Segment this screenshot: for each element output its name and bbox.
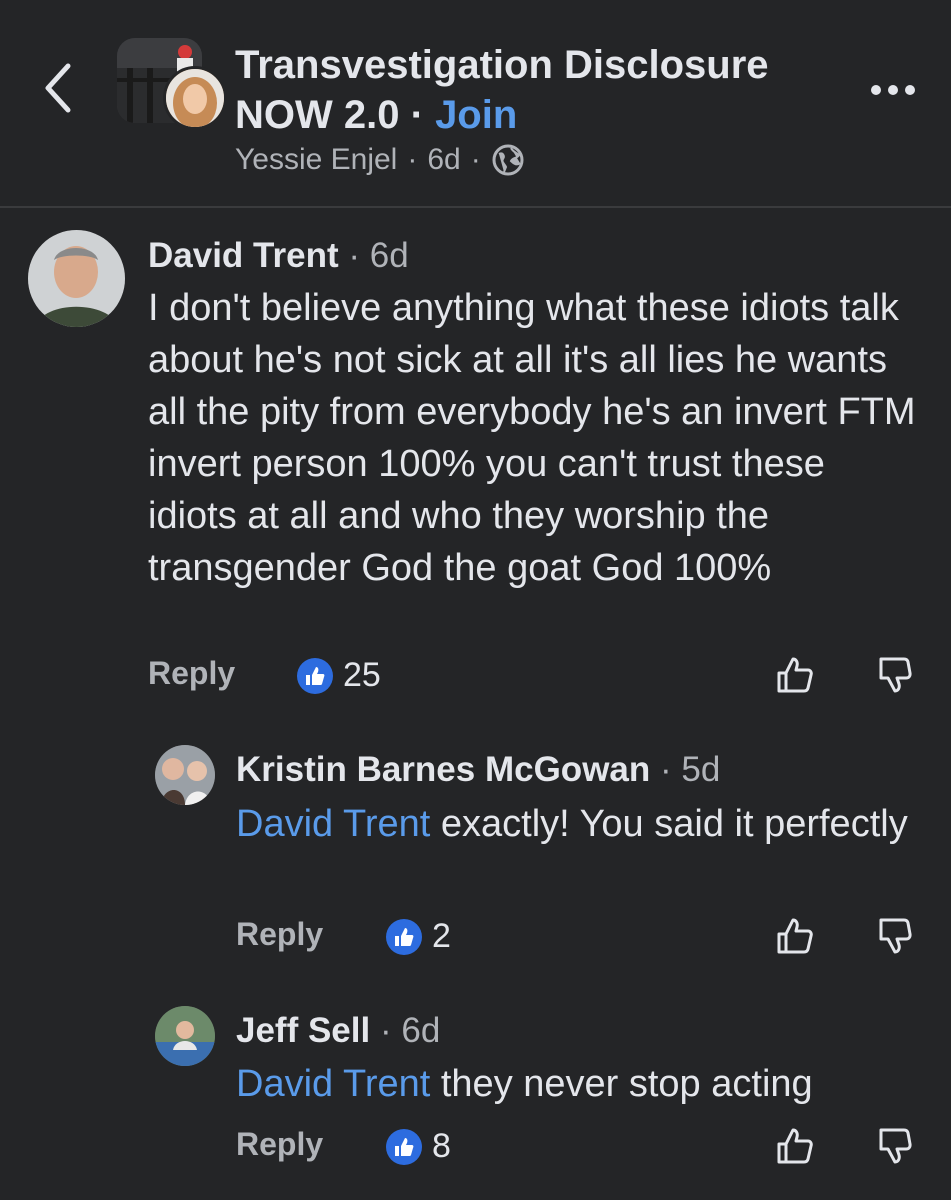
reaction-summary[interactable]: 2 — [386, 917, 451, 956]
poster-avatar[interactable] — [163, 66, 227, 130]
comment-author[interactable]: Kristin Barnes McGowan — [236, 750, 650, 789]
globe-icon — [492, 144, 524, 176]
like-count: 25 — [343, 656, 381, 694]
commenter-avatar[interactable] — [28, 230, 125, 327]
poster-name[interactable]: Yessie Enjel — [235, 140, 397, 180]
reaction-summary[interactable]: 8 — [386, 1127, 451, 1166]
like-count: 2 — [432, 917, 451, 955]
comment-body: I don't believe anything what these idio… — [148, 287, 916, 589]
join-button[interactable]: Join — [435, 93, 517, 137]
header-divider — [0, 206, 951, 208]
reply-button[interactable]: Reply — [236, 916, 323, 953]
more-options-icon[interactable] — [868, 80, 918, 100]
comment-header: Jeff Sell · 6d — [236, 1006, 926, 1056]
comment-separator: · — [660, 750, 672, 789]
thumbs-down-icon[interactable] — [873, 655, 913, 695]
like-badge-icon — [386, 918, 422, 955]
comment-header: David Trent · 6d — [148, 230, 918, 282]
comment-author[interactable]: Jeff Sell — [236, 1011, 370, 1050]
title-separator: · — [410, 93, 424, 137]
thumbs-up-icon[interactable] — [775, 916, 815, 956]
meta-separator: · — [407, 143, 418, 176]
comment-time: 5d — [681, 750, 721, 789]
commenter-avatar[interactable] — [155, 1006, 215, 1066]
comment-header: Kristin Barnes McGowan · 5d — [236, 745, 926, 795]
comment-separator: · — [348, 236, 360, 275]
commenter-avatar[interactable] — [155, 745, 215, 805]
back-chevron-icon[interactable] — [38, 58, 82, 118]
post-age: 6d — [427, 143, 461, 176]
comment-time: 6d — [401, 1011, 441, 1050]
comment-time: 6d — [369, 236, 409, 275]
post-meta: Yessie Enjel · 6d · — [235, 140, 525, 180]
comment-author[interactable]: David Trent — [148, 236, 339, 275]
like-badge-icon — [297, 657, 333, 694]
reply-button[interactable]: Reply — [148, 655, 235, 692]
mention-link[interactable]: David Trent — [236, 1063, 430, 1105]
comment-separator: · — [379, 1011, 392, 1050]
thumbs-down-icon[interactable] — [873, 916, 913, 956]
reply-button[interactable]: Reply — [236, 1126, 323, 1163]
thumbs-down-icon[interactable] — [873, 1126, 913, 1166]
comment-text: they never stop acting — [430, 1063, 813, 1105]
like-count: 8 — [432, 1127, 451, 1165]
like-badge-icon — [386, 1128, 422, 1165]
group-title: Transvestigation Disclosure NOW 2.0 · Jo… — [235, 40, 875, 140]
reaction-summary[interactable]: 25 — [297, 656, 381, 695]
mention-link[interactable]: David Trent — [236, 803, 430, 845]
meta-separator: · — [470, 143, 481, 176]
thumbs-up-icon[interactable] — [775, 1126, 815, 1166]
comment-body: David Trent they never stop acting — [236, 1058, 936, 1110]
comment-body: David Trent exactly! You said it perfect… — [236, 798, 926, 850]
comment-text: exactly! You said it perfectly — [430, 803, 908, 845]
thumbs-up-icon[interactable] — [775, 655, 815, 695]
